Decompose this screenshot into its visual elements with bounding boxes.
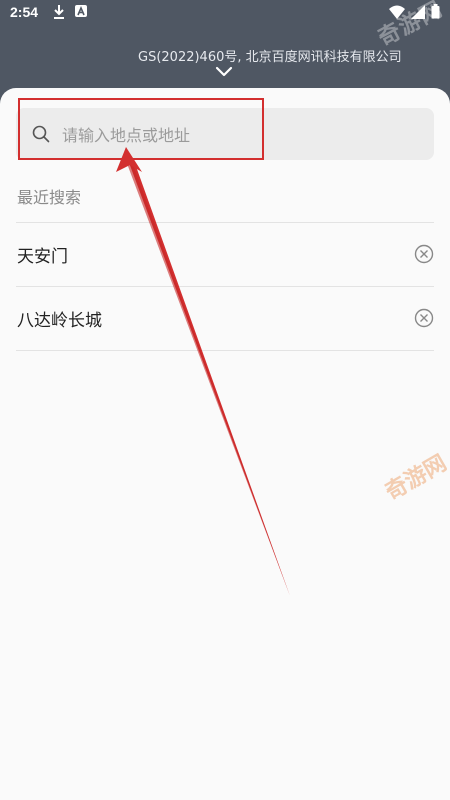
delete-history-close-icon[interactable]: [414, 244, 434, 264]
history-item[interactable]: 天安门: [0, 224, 450, 286]
history-item[interactable]: 八达岭长城: [0, 288, 450, 350]
history-item-label: 天安门: [17, 247, 68, 267]
search-sheet: 最近搜索 天安门 八达岭长城: [0, 88, 450, 800]
collapse-chevron-down-icon[interactable]: [215, 64, 233, 80]
annotation-highlight-box: [18, 98, 264, 160]
recent-search-title: 最近搜索: [17, 188, 82, 207]
status-time: 2:54: [10, 4, 39, 20]
history-item-label: 八达岭长城: [17, 311, 102, 331]
accessibility-a-icon: [74, 4, 88, 21]
map-copyright: GS(2022)460号, 北京百度网讯科技有限公司: [138, 50, 402, 65]
delete-history-close-icon[interactable]: [414, 308, 434, 328]
divider: [16, 286, 434, 287]
download-icon: [52, 4, 66, 23]
divider: [16, 222, 434, 223]
divider: [16, 350, 434, 351]
